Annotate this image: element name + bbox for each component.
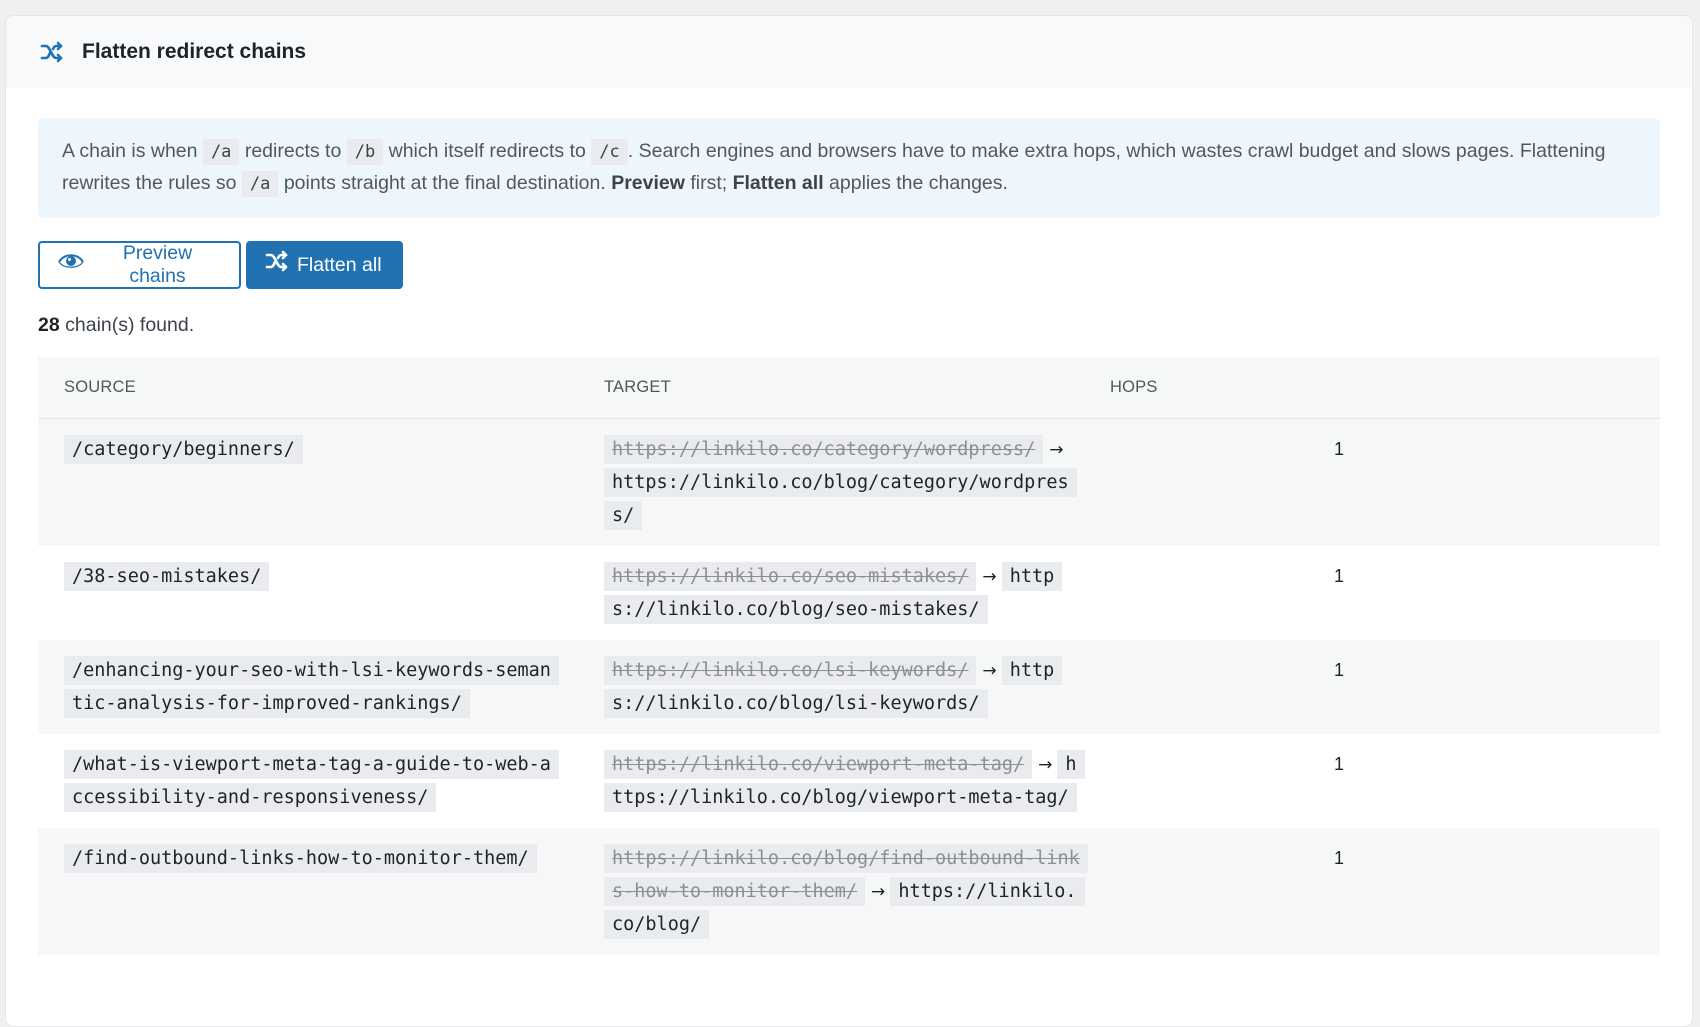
target-cell: https://linkilo.co/lsi-keywords/→ https:…: [578, 640, 1084, 734]
chain-count-label: chain(s) found.: [65, 314, 195, 336]
column-header-source: SOURCE: [38, 357, 578, 419]
source-cell: /what-is-viewport-meta-tag-a-guide-to-we…: [38, 734, 578, 828]
shuffle-icon: [38, 38, 66, 66]
source-path: /find-outbound-links-how-to-monitor-them…: [64, 844, 537, 873]
info-notice: A chain is when /a redirects to /b which…: [38, 118, 1660, 218]
table-row: /38-seo-mistakes/ https://linkilo.co/seo…: [38, 546, 1660, 640]
source-cell: /find-outbound-links-how-to-monitor-them…: [38, 828, 578, 955]
flatten-chains-panel: Flatten redirect chains A chain is when …: [5, 15, 1693, 1027]
notice-text: first;: [690, 172, 728, 194]
code-chip: /a: [241, 171, 279, 197]
notice-emphasis: Preview: [611, 172, 685, 194]
table-row: /find-outbound-links-how-to-monitor-them…: [38, 828, 1660, 955]
source-cell: /category/beginners/: [38, 418, 578, 546]
table-row: /category/beginners/ https://linkilo.co/…: [38, 418, 1660, 546]
arrow-right-icon: →: [1038, 755, 1053, 775]
hops-cell: 1: [1084, 640, 1660, 734]
shuffle-icon: [265, 250, 289, 272]
new-target-url: https://linkilo.co/blog/category/wordpre…: [604, 468, 1077, 530]
arrow-right-icon: →: [982, 661, 997, 681]
preview-chains-button[interactable]: Preview chains: [38, 241, 241, 289]
notice-text: redirects to: [244, 140, 342, 162]
eye-icon: [58, 251, 84, 271]
preview-chains-label: Preview chains: [122, 242, 193, 287]
source-path: /category/beginners/: [64, 435, 303, 464]
source-path: /what-is-viewport-meta-tag-a-guide-to-we…: [64, 750, 559, 812]
target-cell: https://linkilo.co/blog/find-outbound-li…: [578, 828, 1088, 955]
code-chip: /b: [346, 139, 384, 165]
source-cell: /enhancing-your-seo-with-lsi-keywords-se…: [38, 640, 578, 734]
source-path: /enhancing-your-seo-with-lsi-keywords-se…: [64, 656, 559, 718]
action-bar: Preview chains Flatten all: [38, 241, 1660, 289]
table-row: /enhancing-your-seo-with-lsi-keywords-se…: [38, 640, 1660, 734]
chains-summary: 28 chain(s) found.: [38, 314, 1660, 337]
notice-text: applies the changes.: [829, 172, 1008, 194]
arrow-right-icon: →: [982, 567, 997, 587]
code-chip: /c: [591, 139, 628, 165]
hops-cell: 1: [1334, 754, 1345, 774]
table-header-row: SOURCE TARGET HOPS: [38, 357, 1660, 419]
target-cell: https://linkilo.co/category/wordpress/→ …: [578, 418, 1084, 546]
source-path: /38-seo-mistakes/: [64, 562, 270, 591]
arrow-right-icon: →: [871, 882, 886, 902]
old-target-url: https://linkilo.co/lsi-keywords/: [604, 656, 977, 685]
old-target-url: https://linkilo.co/seo-mistakes/: [604, 562, 977, 591]
notice-text: points straight at the final destination…: [283, 172, 606, 194]
old-target-url: https://linkilo.co/category/wordpress/: [604, 435, 1044, 464]
notice-emphasis: Flatten all: [732, 172, 824, 194]
flatten-all-label: Flatten all: [297, 253, 382, 276]
hops-cell: 1: [1084, 418, 1660, 546]
column-header-hops: HOPS: [1084, 357, 1660, 419]
panel-header: Flatten redirect chains: [6, 16, 1692, 88]
chain-count: 28: [38, 314, 60, 336]
code-chip: /a: [202, 139, 240, 165]
panel-title: Flatten redirect chains: [82, 40, 307, 63]
target-cell: https://linkilo.co/viewport-meta-tag/→ h…: [578, 734, 1085, 828]
target-cell: https://linkilo.co/seo-mistakes/→ https:…: [578, 546, 1084, 640]
source-cell: /38-seo-mistakes/: [38, 546, 578, 640]
column-header-target: TARGET: [578, 357, 1084, 419]
hops-cell: 1: [1084, 828, 1660, 955]
notice-text: which itself redirects to: [388, 140, 586, 162]
arrow-right-icon: →: [1049, 440, 1064, 460]
flatten-all-button[interactable]: Flatten all: [246, 241, 403, 289]
table-row: /what-is-viewport-meta-tag-a-guide-to-we…: [38, 734, 1660, 828]
notice-text: A chain is when: [62, 140, 198, 162]
chains-table: SOURCE TARGET HOPS /category/beginners/ …: [38, 357, 1660, 955]
hops-cell: 1: [1334, 566, 1345, 586]
old-target-url: https://linkilo.co/viewport-meta-tag/: [604, 750, 1033, 779]
